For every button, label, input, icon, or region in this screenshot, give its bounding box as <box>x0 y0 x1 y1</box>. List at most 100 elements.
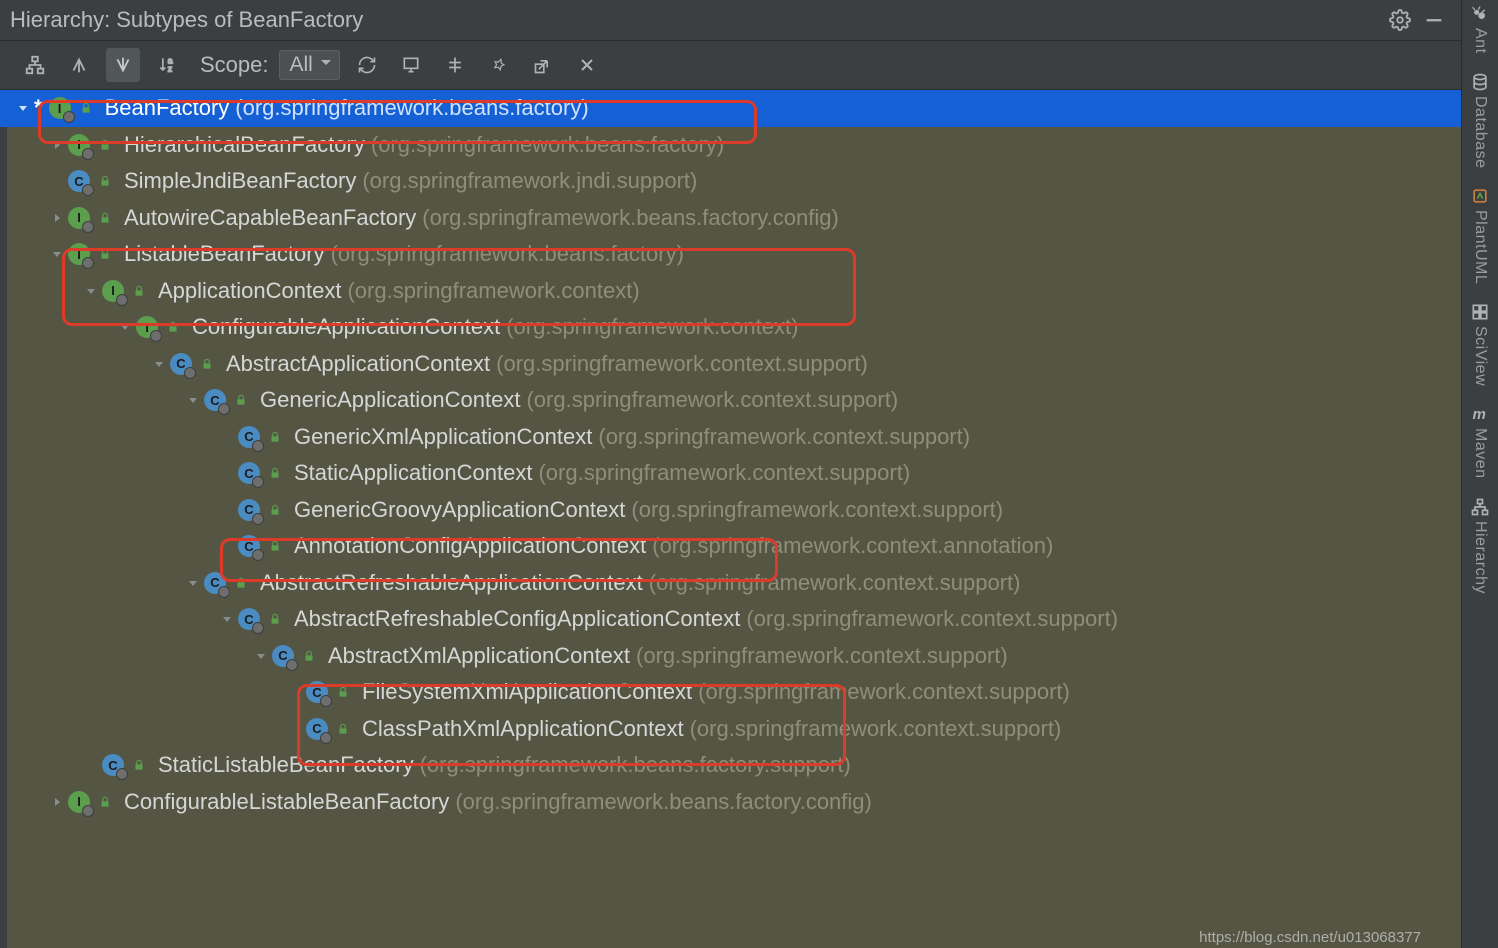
tree-row[interactable]: IConfigurableListableBeanFactory(org.spr… <box>0 784 1461 821</box>
lock-icon <box>266 539 284 553</box>
supertypes-icon[interactable] <box>62 48 96 82</box>
tree-row[interactable]: C StaticListableBeanFactory(org.springfra… <box>0 747 1461 784</box>
tree-row[interactable]: CGenericApplicationContext(org.springfra… <box>0 382 1461 419</box>
tree-row[interactable]: CGenericXmlApplicationContext(org.spring… <box>0 419 1461 456</box>
panel-header: Hierarchy: Subtypes of BeanFactory <box>0 0 1461 41</box>
tree-row[interactable]: CGenericGroovyApplicationContext(org.spr… <box>0 492 1461 529</box>
type-name: ConfigurableListableBeanFactory <box>124 789 449 815</box>
expand-arrow-icon[interactable] <box>48 212 66 224</box>
type-name: AbstractApplicationContext <box>226 351 490 377</box>
type-name: FileSystemXmlApplicationContext <box>362 679 692 705</box>
type-name: BeanFactory <box>105 95 230 121</box>
type-package: (org.springframework.context.support) <box>538 460 910 486</box>
lock-icon <box>130 758 148 772</box>
tree-row[interactable]: CAbstractXmlApplicationContext(org.sprin… <box>0 638 1461 675</box>
sidebar-tab-label: Hierarchy <box>1471 521 1489 594</box>
expand-arrow-icon[interactable] <box>48 796 66 808</box>
type-package: (org.springframework.context.support) <box>698 679 1070 705</box>
subtypes-icon[interactable] <box>106 48 140 82</box>
class-icon: C <box>238 462 260 484</box>
type-package: (org.springframework.context.annotation) <box>652 533 1053 559</box>
type-package: (org.springframework.context.support) <box>631 497 1003 523</box>
tree-row[interactable]: *IBeanFactory(org.springframework.beans.… <box>0 90 1461 127</box>
tree-row[interactable]: CClassPathXmlApplicationContext(org.spri… <box>0 711 1461 748</box>
expand-arrow-icon[interactable] <box>48 139 66 151</box>
tree-row[interactable]: CFileSystemXmlApplicationContext(org.spr… <box>0 674 1461 711</box>
type-package: (org.springframework.beans.factory) <box>331 241 684 267</box>
tree-row[interactable]: IHierarchicalBeanFactory(org.springframe… <box>0 127 1461 164</box>
expand-arrow-icon[interactable] <box>150 358 168 370</box>
tree-row[interactable]: CAbstractRefreshableConfigApplicationCon… <box>0 601 1461 638</box>
type-name: StaticListableBeanFactory <box>158 752 414 778</box>
expand-arrow-icon[interactable] <box>82 285 100 297</box>
expand-arrow-icon[interactable] <box>218 613 236 625</box>
tree-row[interactable]: IListableBeanFactory(org.springframework… <box>0 236 1461 273</box>
type-package: (org.springframework.context) <box>506 314 798 340</box>
type-package: (org.springframework.beans.factory) <box>371 132 724 158</box>
tree-row[interactable]: IApplicationContext(org.springframework.… <box>0 273 1461 310</box>
lock-icon <box>96 247 114 261</box>
class-icon: C <box>170 353 192 375</box>
expand-arrow-icon[interactable] <box>184 394 202 406</box>
class-icon: C <box>306 718 328 740</box>
type-package: (org.springframework.context.support) <box>496 351 868 377</box>
tree-row[interactable]: IConfigurableApplicationContext(org.spri… <box>0 309 1461 346</box>
sidebar-tab-label: Ant <box>1471 28 1489 54</box>
sidebar-tab-label: SciView <box>1471 326 1489 386</box>
pin-icon[interactable] <box>482 48 516 82</box>
header-label: Hierarchy: <box>10 7 110 33</box>
expand-arrow-icon[interactable] <box>116 321 134 333</box>
minimize-icon[interactable] <box>1417 5 1451 35</box>
lock-icon <box>232 576 250 590</box>
close-icon[interactable] <box>570 48 604 82</box>
type-name: AutowireCapableBeanFactory <box>124 205 416 231</box>
sidebar-tab-sciview[interactable]: SciView <box>1470 302 1490 386</box>
tree-row[interactable]: CSimpleJndiBeanFactory(org.springframewo… <box>0 163 1461 200</box>
sidebar-tab-plantuml[interactable]: PlantUML <box>1470 186 1490 284</box>
interface-icon: I <box>68 791 90 813</box>
tree-row[interactable]: C AbstractApplicationContext(org.springfr… <box>0 346 1461 383</box>
gear-icon[interactable] <box>1383 5 1417 35</box>
autoscroll-icon[interactable] <box>394 48 428 82</box>
expand-arrow-icon[interactable] <box>14 102 32 114</box>
sidebar-tab-maven[interactable]: mMaven <box>1470 404 1490 479</box>
scope-dropdown[interactable]: All <box>279 50 340 80</box>
plant-icon <box>1470 186 1490 206</box>
class-icon: C <box>102 754 124 776</box>
svg-text:m: m <box>1473 406 1486 423</box>
tree-row[interactable]: CAbstractRefreshableApplicationContext(o… <box>0 565 1461 602</box>
type-package: (org.springframework.context.support) <box>636 643 1008 669</box>
sort-icon[interactable]: az <box>150 48 184 82</box>
type-name: AbstractRefreshableApplicationContext <box>260 570 643 596</box>
expand-arrow-icon[interactable] <box>48 248 66 260</box>
interface-icon: I <box>136 316 158 338</box>
interface-icon: I <box>68 207 90 229</box>
hierarchy-tree[interactable]: *IBeanFactory(org.springframework.beans.… <box>0 90 1461 948</box>
lock-icon <box>266 612 284 626</box>
interface-icon: I <box>102 280 124 302</box>
sidebar-tab-hierarchy[interactable]: Hierarchy <box>1470 497 1490 594</box>
header-value: Subtypes of BeanFactory <box>116 7 363 33</box>
sidebar-tab-database[interactable]: Database <box>1470 72 1490 169</box>
class-icon: C <box>238 535 260 557</box>
tree-row[interactable]: CAnnotationConfigApplicationContext(org.… <box>0 528 1461 565</box>
expand-arrow-icon[interactable] <box>184 577 202 589</box>
type-name: StaticApplicationContext <box>294 460 532 486</box>
tree-row[interactable]: IAutowireCapableBeanFactory(org.springfr… <box>0 200 1461 237</box>
class-icon: C <box>272 645 294 667</box>
class-hierarchy-icon[interactable] <box>18 48 52 82</box>
type-name: ApplicationContext <box>158 278 341 304</box>
class-icon: C <box>238 426 260 448</box>
sidebar-tab-ant[interactable]: Ant <box>1470 4 1490 54</box>
expand-all-icon[interactable] <box>438 48 472 82</box>
sidebar-tab-label: Database <box>1471 96 1489 169</box>
class-icon: C <box>204 572 226 594</box>
refresh-icon[interactable] <box>350 48 384 82</box>
expand-arrow-icon[interactable] <box>252 650 270 662</box>
type-package: (org.springframework.beans.factory.suppo… <box>420 752 851 778</box>
scope-value: All <box>290 53 313 76</box>
tree-row[interactable]: C StaticApplicationContext(org.springfram… <box>0 455 1461 492</box>
export-icon[interactable] <box>526 48 560 82</box>
type-name: GenericXmlApplicationContext <box>294 424 592 450</box>
lock-icon <box>232 393 250 407</box>
